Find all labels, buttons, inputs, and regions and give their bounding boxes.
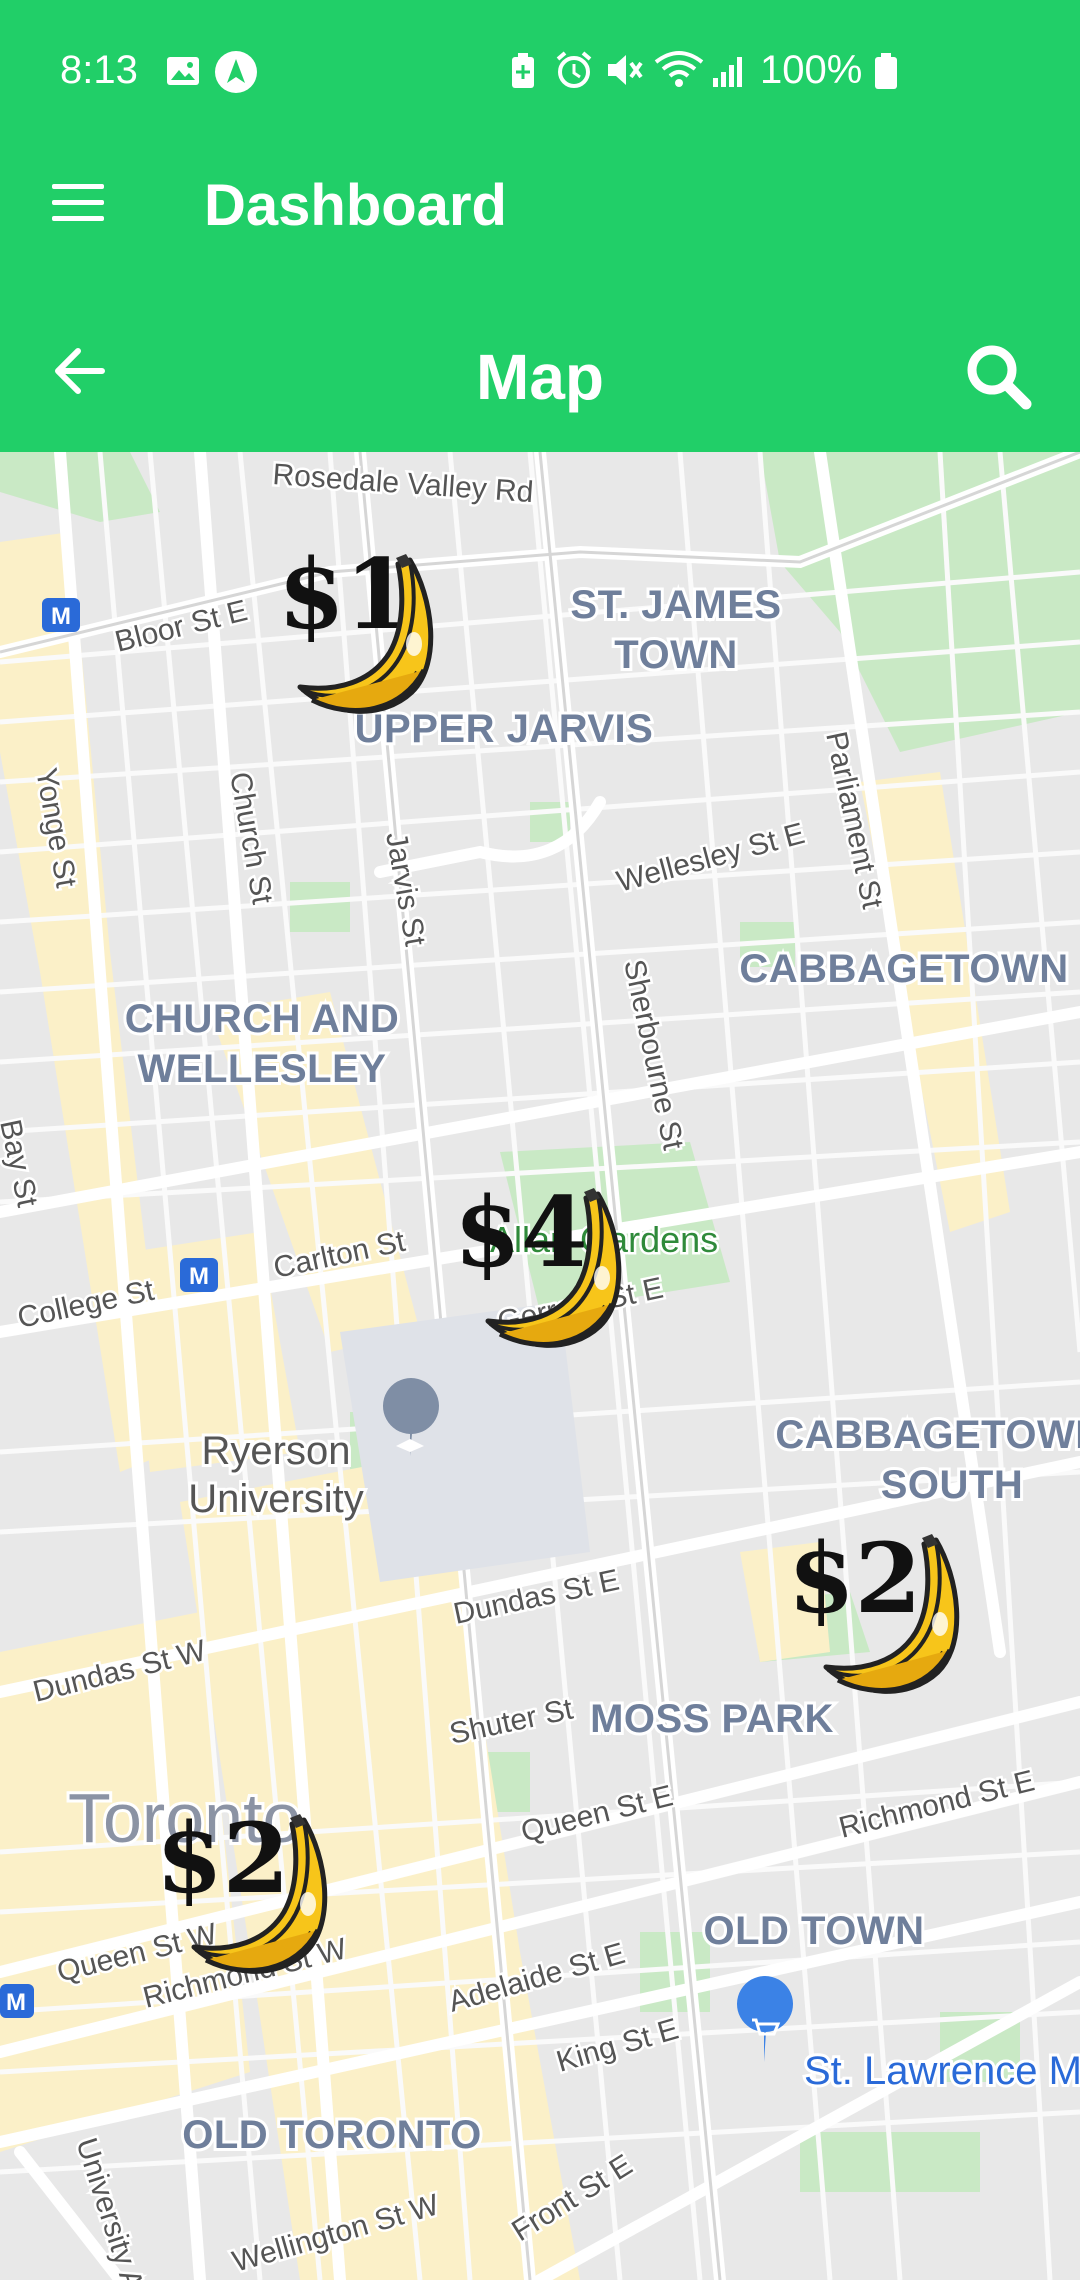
neighbourhood-label: TOWN	[614, 633, 737, 677]
place-label: University	[188, 1477, 364, 1521]
svg-text:M: M	[189, 1263, 209, 1290]
price-marker[interactable]: $1	[278, 538, 431, 711]
alarm-icon	[556, 51, 592, 88]
search-icon[interactable]	[962, 340, 1034, 412]
neighbourhood-label: WELLESLEY	[138, 1047, 387, 1091]
svg-text:M: M	[51, 603, 71, 630]
signal-icon	[713, 57, 742, 87]
neighbourhood-label: SOUTH	[881, 1463, 1024, 1507]
price-label: $2	[156, 1802, 290, 1915]
neighbourhood-label: OLD TORONTO	[182, 2113, 482, 2157]
battery-icon	[875, 53, 897, 89]
price-label: $2	[788, 1522, 922, 1635]
subway-icon: M	[0, 1984, 34, 2018]
app-bar: Dashboard	[0, 140, 1080, 310]
image-icon	[167, 57, 199, 85]
neighbourhood-label: UPPER JARVIS	[355, 707, 654, 751]
neighbourhood-label: CHURCH AND	[125, 997, 400, 1041]
navigation-icon	[215, 51, 257, 93]
status-time: 8:13	[60, 48, 138, 92]
subway-icon: M	[42, 598, 80, 632]
battery-saver-icon	[512, 53, 534, 88]
page-title: Dashboard	[204, 173, 507, 238]
hamburger-menu-icon[interactable]	[50, 182, 106, 224]
battery-percent: 100%	[760, 48, 863, 92]
svg-text:M: M	[6, 1989, 26, 2016]
neighbourhood-label: OLD TOWN	[703, 1909, 924, 1953]
map-view[interactable]: M M M ST. JAMES TOWN UPPER JARVIS CABBAG…	[0, 452, 1080, 2280]
mute-icon	[608, 55, 643, 85]
map-title: Map	[476, 341, 604, 413]
neighbourhood-label: ST. JAMES	[570, 583, 781, 627]
status-bar: 8:13 100%	[0, 0, 1080, 140]
place-label: Ryerson	[202, 1429, 351, 1473]
map-toolbar: Map	[0, 310, 1080, 452]
neighbourhood-label: CABBAGETOWN	[739, 947, 1068, 991]
neighbourhood-label: CABBAGETOWN	[775, 1413, 1080, 1457]
price-label: $1	[278, 538, 412, 651]
wifi-icon	[654, 51, 704, 87]
subway-icon: M	[180, 1258, 218, 1292]
price-label: $4	[454, 1176, 588, 1289]
place-label: St. Lawrence M	[804, 2049, 1080, 2093]
neighbourhood-label: MOSS PARK	[590, 1697, 834, 1741]
